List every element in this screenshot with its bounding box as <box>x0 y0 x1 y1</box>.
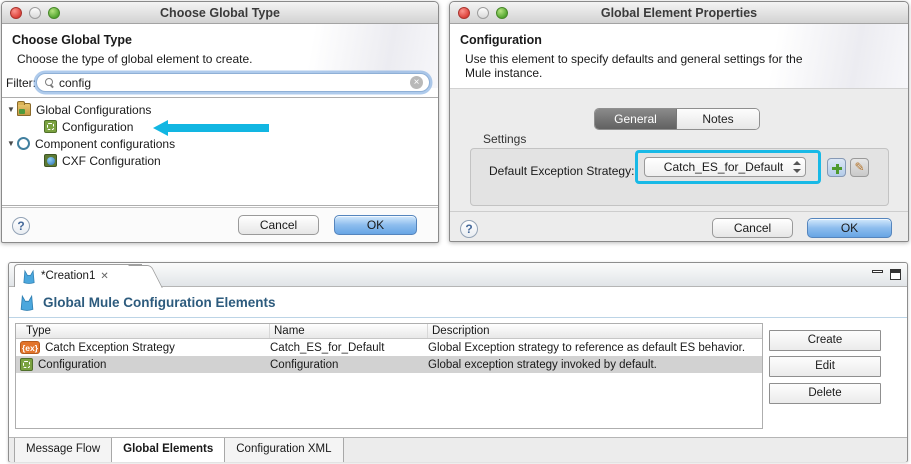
add-button[interactable] <box>827 158 846 177</box>
table-header: Type Name Description <box>16 324 762 339</box>
exception-strategy-dropdown[interactable]: Catch_ES_for_Default <box>644 157 806 177</box>
tab-general[interactable]: General <box>595 109 677 129</box>
editor-tab-label: *Creation1 <box>41 270 96 282</box>
tree-item-component-configurations[interactable]: ▼ Component configurations <box>2 135 438 152</box>
tree-item-label: CXF Configuration <box>62 153 161 168</box>
help-button[interactable]: ? <box>460 220 478 238</box>
view-controls <box>872 269 901 280</box>
annotation-highlight-box: Catch_ES_for_Default <box>635 150 821 184</box>
close-window-icon[interactable] <box>458 7 470 19</box>
cell-description: Global exception strategy invoked by def… <box>428 358 657 371</box>
minimize-window-icon[interactable] <box>477 7 489 19</box>
dropdown-stepper-icon <box>792 161 801 173</box>
dropdown-value: Catch_ES_for_Default <box>663 160 784 174</box>
configuration-icon <box>44 120 57 133</box>
minimize-window-icon[interactable] <box>29 7 41 19</box>
dialog2-footer: ? Cancel OK <box>450 211 908 241</box>
tree-item-global-configurations[interactable]: ▼ Global Configurations <box>2 101 438 118</box>
table-row[interactable]: {ex} Catch Exception Strategy Catch_ES_f… <box>16 339 762 356</box>
annotation-arrow <box>153 120 269 136</box>
mule-icon <box>23 269 35 284</box>
zoom-window-icon[interactable] <box>496 7 508 19</box>
filter-search-field[interactable]: × <box>36 73 430 92</box>
configuration-icon <box>20 358 33 371</box>
settings-group-label: Settings <box>483 132 527 146</box>
dialog2-title: Global Element Properties <box>600 6 758 20</box>
folder-icon <box>17 101 31 116</box>
dialog2-subtitle: Use this element to specify defaults and… <box>465 52 803 80</box>
column-header-type[interactable]: Type <box>16 324 270 338</box>
close-tab-icon[interactable]: ✕ <box>100 271 108 282</box>
filter-label: Filter: <box>6 76 36 90</box>
tree-item-label: Component configurations <box>35 136 176 151</box>
twisty-expanded-icon[interactable]: ▼ <box>5 139 17 148</box>
table-row-selected[interactable]: Configuration Configuration Global excep… <box>16 356 762 373</box>
create-button[interactable]: Create <box>769 330 881 351</box>
edit-pencil-icon[interactable]: ✎ <box>850 158 869 177</box>
tab-notes[interactable]: Notes <box>677 109 759 129</box>
mule-editor-panel: *Creation1 ✕ Global Mule Configuration E… <box>8 262 908 462</box>
ok-button[interactable]: OK <box>334 215 417 235</box>
minimize-view-icon[interactable] <box>872 270 883 273</box>
choose-global-type-dialog: Choose Global Type Choose Global Type Ch… <box>1 1 439 243</box>
editor-banner: Global Mule Configuration Elements <box>9 287 907 318</box>
tab-message-flow[interactable]: Message Flow <box>14 438 113 462</box>
bottom-tabbar-spacer <box>344 438 908 462</box>
delete-button[interactable]: Delete <box>769 383 881 404</box>
traffic-lights <box>10 7 60 19</box>
cancel-button[interactable]: Cancel <box>238 215 319 235</box>
twisty-expanded-icon[interactable]: ▼ <box>5 105 17 114</box>
editor-tabbar: *Creation1 ✕ <box>9 263 907 287</box>
ok-button[interactable]: OK <box>807 218 892 238</box>
cancel-button[interactable]: Cancel <box>712 218 793 238</box>
dialog2-header-banner: Configuration Use this element to specif… <box>450 24 908 88</box>
help-button[interactable]: ? <box>12 217 30 235</box>
filter-row: Filter: × <box>2 68 438 97</box>
cell-description: Global Exception strategy to reference a… <box>428 341 746 354</box>
component-icon <box>17 137 30 150</box>
cell-name: Configuration <box>270 358 339 371</box>
cell-name: Catch_ES_for_Default <box>270 341 385 354</box>
dialog1-titlebar[interactable]: Choose Global Type <box>2 2 438 24</box>
global-elements-table: Type Name Description {ex} Catch Excepti… <box>15 323 763 429</box>
tree-item-cxf-configuration[interactable]: CXF Configuration <box>2 152 438 169</box>
traffic-lights <box>458 7 508 19</box>
catch-exception-strategy-icon: {ex} <box>20 341 41 354</box>
maximize-view-icon[interactable] <box>890 269 901 280</box>
tab-global-elements[interactable]: Global Elements <box>112 438 226 462</box>
screenshot-stage: Choose Global Type Choose Global Type Ch… <box>0 0 911 464</box>
default-exception-strategy-label: Default Exception Strategy: <box>489 164 635 178</box>
tree-item-label: Global Configurations <box>36 102 152 117</box>
dialog1-title: Choose Global Type <box>160 6 280 20</box>
dialog1-heading: Choose Global Type <box>12 33 132 47</box>
dialog1-subtitle: Choose the type of global element to cre… <box>17 52 253 66</box>
edit-button[interactable]: Edit <box>769 356 881 377</box>
editor-heading: Global Mule Configuration Elements <box>43 294 276 310</box>
mule-icon <box>20 294 34 311</box>
global-type-tree: ▼ Global Configurations Configuration ▼ … <box>2 97 438 206</box>
clear-filter-icon[interactable]: × <box>410 76 423 89</box>
dialog1-footer: ? Cancel OK <box>2 207 438 242</box>
tree-item-label: Configuration <box>62 119 134 134</box>
search-icon <box>45 77 55 88</box>
cxf-globe-icon <box>44 154 57 167</box>
column-header-name[interactable]: Name <box>270 324 428 338</box>
properties-tabs: General Notes <box>594 108 760 130</box>
editor-tab-creation1[interactable]: *Creation1 ✕ <box>14 264 142 287</box>
dialog2-heading: Configuration <box>460 33 542 47</box>
zoom-window-icon[interactable] <box>48 7 60 19</box>
cell-type: Catch Exception Strategy <box>45 341 175 354</box>
cell-type: Configuration <box>38 358 107 371</box>
filter-input[interactable] <box>59 75 410 90</box>
global-element-properties-dialog: Global Element Properties Configuration … <box>449 1 909 242</box>
column-header-description[interactable]: Description <box>428 324 762 338</box>
editor-bottom-tabs: Message Flow Global Elements Configurati… <box>9 437 907 462</box>
dialog2-titlebar[interactable]: Global Element Properties <box>450 2 908 24</box>
close-window-icon[interactable] <box>10 7 22 19</box>
tab-configuration-xml[interactable]: Configuration XML <box>225 438 344 462</box>
